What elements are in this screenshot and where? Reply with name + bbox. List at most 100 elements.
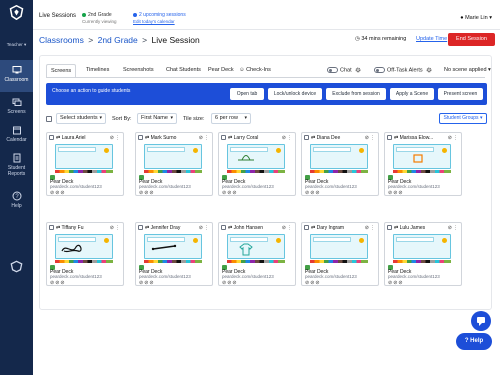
student-card[interactable]: ⇄ Larry Coral ⊘⋮ Pear Deck peardeck.com/stu… xyxy=(218,132,296,196)
student-checkbox[interactable] xyxy=(221,225,226,231)
block-icon[interactable]: ⊘ xyxy=(315,190,320,196)
breadcrumb-classrooms[interactable]: Classrooms xyxy=(39,35,84,45)
student-checkbox[interactable] xyxy=(138,225,143,231)
tab-screens[interactable]: Screens xyxy=(46,64,77,78)
more-icon[interactable]: ⋮ xyxy=(204,225,210,231)
screen-thumbnail[interactable] xyxy=(55,144,113,169)
block-icon[interactable]: ⊘ xyxy=(60,280,65,286)
more-icon[interactable]: ⋮ xyxy=(370,135,376,141)
scene-dropdown[interactable]: No scene applied ▾ xyxy=(444,67,491,73)
more-icon[interactable]: ⋮ xyxy=(287,135,293,141)
screen-thumbnail[interactable] xyxy=(144,144,202,169)
student-checkbox[interactable] xyxy=(221,135,226,141)
block-icon[interactable]: ⊘ xyxy=(232,280,237,286)
card-tool-icons: ⊘⊘⊘ xyxy=(222,190,238,196)
sort-dropdown[interactable]: First Name ▾ xyxy=(137,113,177,124)
switch-icon: ⇄ xyxy=(311,225,316,231)
breadcrumb-class[interactable]: 2nd Grade xyxy=(98,35,138,45)
select-all-checkbox[interactable] xyxy=(46,116,52,122)
chat-toggle[interactable]: Chat xyxy=(327,67,361,73)
toggle-switch[interactable] xyxy=(374,67,385,73)
more-icon[interactable]: ⋮ xyxy=(453,225,459,231)
tab-source-url: peardeck.com/student123 xyxy=(222,184,274,189)
block-icon[interactable]: ⊘ xyxy=(60,190,65,196)
switch-icon: ⇄ xyxy=(394,225,399,231)
gear-icon[interactable] xyxy=(355,67,361,73)
lock-unlock-button[interactable]: Lock/unlock device xyxy=(268,88,322,100)
student-card[interactable]: ⇄ Jennifer Dray ⊘⋮ Pear Deck peardeck.com/s… xyxy=(135,222,213,286)
block-icon[interactable]: ⊘ xyxy=(232,190,237,196)
more-icon[interactable]: ⋮ xyxy=(115,135,121,141)
screen-thumbnail[interactable] xyxy=(144,234,202,259)
tab-chat-students[interactable]: Chat Students xyxy=(162,64,205,78)
screen-thumbnail[interactable] xyxy=(393,234,451,259)
student-checkbox[interactable] xyxy=(138,135,143,141)
help-fab-button[interactable]: ? Help xyxy=(456,333,492,350)
teacher-select[interactable]: Teacher ▾ xyxy=(2,42,31,48)
more-icon[interactable]: ⋮ xyxy=(370,225,376,231)
student-checkbox[interactable] xyxy=(304,225,309,231)
tab-source-url: peardeck.com/student123 xyxy=(222,274,274,279)
block-icon[interactable]: ⊘ xyxy=(398,280,403,286)
more-icon[interactable]: ⋮ xyxy=(115,225,121,231)
end-session-button[interactable]: End Session xyxy=(448,33,495,46)
student-card[interactable]: ⇄ Dary Ingram ⊘⋮ Pear Deck peardeck.com/stu… xyxy=(301,222,379,286)
student-drawing xyxy=(238,155,254,161)
screen-thumbnail[interactable] xyxy=(55,234,113,259)
student-card-header: ⇄ Dary Ingram ⊘⋮ xyxy=(304,225,376,232)
user-icon: ● xyxy=(460,15,464,21)
tab-check-ins[interactable]: ☺ Check-Ins xyxy=(235,64,275,78)
sidebar-item-help[interactable]: ? Help xyxy=(0,186,33,218)
switch-icon: ⇄ xyxy=(145,135,150,141)
screen-thumbnail[interactable] xyxy=(310,234,368,259)
student-card[interactable]: ⇄ Lulu James ⊘⋮ Pear Deck peardeck.com/stud… xyxy=(384,222,462,286)
toggle-switch[interactable] xyxy=(327,67,338,73)
apply-scene-button[interactable]: Apply a Scene xyxy=(390,88,434,100)
student-card-header: ⇄ Diana Dee ⊘⋮ xyxy=(304,135,376,142)
student-card[interactable]: ⇄ Tiffany Fu ⊘⋮ Pear Deck peardeck.com/stud… xyxy=(46,222,124,286)
student-groups-button[interactable]: Student Groups ▾ xyxy=(439,113,487,124)
tab-pear-deck[interactable]: Pear Deck xyxy=(204,64,238,78)
exclude-button[interactable]: Exclude from session xyxy=(326,88,386,100)
screen-thumbnail[interactable] xyxy=(310,144,368,169)
sidebar-item-student-reports[interactable]: Student Reports xyxy=(0,148,33,184)
student-checkbox[interactable] xyxy=(304,135,309,141)
student-checkbox[interactable] xyxy=(49,135,54,141)
student-card[interactable]: ⇄ Marissa Elow... ⊘⋮ Pear Deck peardeck.com… xyxy=(384,132,462,196)
block-icon[interactable]: ⊘ xyxy=(398,190,403,196)
block-icon[interactable]: ⊘ xyxy=(149,190,154,196)
chevron-down-icon: ▾ xyxy=(479,115,483,121)
offtask-alerts-toggle[interactable]: Off-Task Alerts xyxy=(374,67,432,73)
select-students-dropdown[interactable]: Select students ▾ xyxy=(56,113,106,124)
breadcrumb: Classrooms > 2nd Grade > Live Session xyxy=(39,35,200,45)
student-checkbox[interactable] xyxy=(49,225,54,231)
tile-size-dropdown[interactable]: 6 per row ▾ xyxy=(211,113,251,124)
update-time-link[interactable]: Update Time xyxy=(416,36,447,42)
tab-timelines[interactable]: Timelines xyxy=(82,64,113,78)
tab-screenshots[interactable]: Screenshots xyxy=(119,64,158,78)
block-icon[interactable]: ⊘ xyxy=(315,280,320,286)
block-icon[interactable]: ⊘ xyxy=(149,280,154,286)
sidebar-item-classroom[interactable]: Classroom xyxy=(0,60,33,92)
edit-calendar-link[interactable]: Edit today's calendar xyxy=(133,19,175,24)
student-card[interactable]: ⇄ Diana Dee ⊘⋮ Pear Deck peardeck.com/stude… xyxy=(301,132,379,196)
student-card[interactable]: ⇄ Laura Ariel ⊘⋮ Pear Deck peardeck.com/stu… xyxy=(46,132,124,196)
screen-thumbnail[interactable] xyxy=(227,144,285,169)
gear-icon[interactable] xyxy=(426,67,432,73)
student-card[interactable]: ⇄ John Hansen ⊘⋮ Pear Deck peardeck.com/stu… xyxy=(218,222,296,286)
student-card-header: ⇄ Laura Ariel ⊘⋮ xyxy=(49,135,121,142)
student-checkbox[interactable] xyxy=(387,225,392,231)
student-card[interactable]: ⇄ Mark Surno ⊘⋮ Pear Deck peardeck.com/stud… xyxy=(135,132,213,196)
more-icon[interactable]: ⋮ xyxy=(204,135,210,141)
current-session-status[interactable]: 2nd Grade Currently viewing xyxy=(82,12,117,24)
screen-thumbnail[interactable] xyxy=(393,144,451,169)
open-tab-button[interactable]: Open tab xyxy=(230,88,264,100)
more-icon[interactable]: ⋮ xyxy=(287,225,293,231)
upcoming-sessions-status[interactable]: 2 upcoming sessions Edit today's calenda… xyxy=(133,12,186,24)
screen-thumbnail[interactable] xyxy=(227,234,285,259)
present-screen-button[interactable]: Present screen xyxy=(438,88,483,100)
chat-fab-button[interactable] xyxy=(471,311,491,331)
more-icon[interactable]: ⋮ xyxy=(453,135,459,141)
student-checkbox[interactable] xyxy=(387,135,392,141)
user-menu[interactable]: ● Marie Lin ▾ xyxy=(460,15,492,21)
